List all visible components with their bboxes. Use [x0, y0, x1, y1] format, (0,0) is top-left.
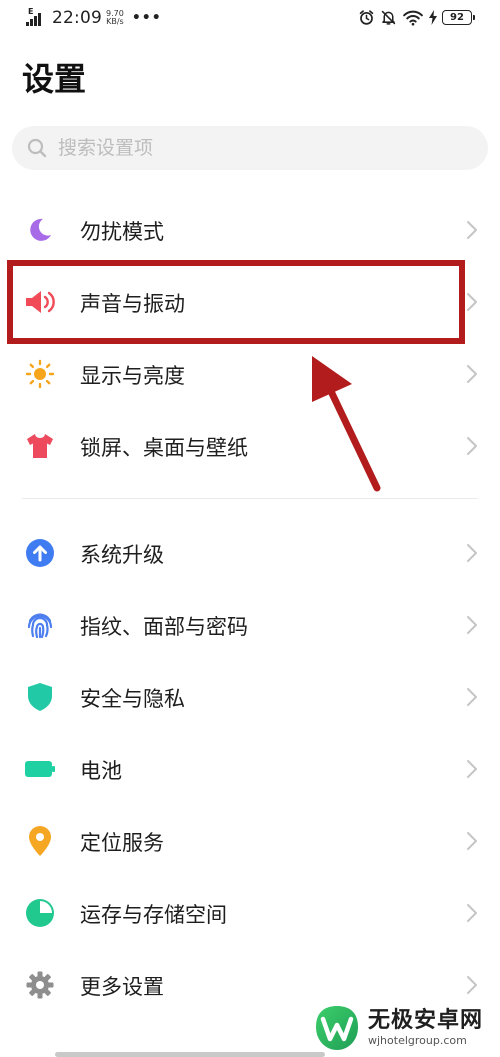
- moon-icon: [24, 214, 56, 246]
- settings-item-do-not-disturb[interactable]: 勿扰模式: [0, 194, 500, 266]
- chevron-right-icon: [467, 221, 477, 239]
- battery-icon: [24, 753, 56, 785]
- status-bar-right: 92: [358, 9, 475, 26]
- settings-item-label: 指纹、面部与密码: [80, 615, 248, 639]
- network-speed: 9.70 KB/s: [106, 10, 124, 26]
- annotation-highlight-box: [7, 260, 465, 344]
- chevron-right-icon: [467, 904, 477, 922]
- gear-icon: [24, 969, 56, 1001]
- watermark-url: wjhotelgroup.com: [368, 1034, 467, 1047]
- chevron-right-icon: [467, 976, 477, 994]
- battery-indicator: 92: [442, 10, 475, 25]
- settings-item-label: 勿扰模式: [80, 220, 164, 244]
- chevron-right-icon: [467, 688, 477, 706]
- notification-overflow: •••: [131, 10, 162, 26]
- chevron-right-icon: [467, 544, 477, 562]
- tshirt-icon: [24, 430, 56, 462]
- home-indicator: [55, 1052, 325, 1057]
- settings-item-label: 显示与亮度: [80, 364, 185, 388]
- settings-item-label: 安全与隐私: [80, 687, 185, 711]
- page-title: 设置: [22, 60, 87, 98]
- search-input[interactable]: [56, 136, 460, 160]
- chevron-right-icon: [467, 616, 477, 634]
- settings-item-label: 定位服务: [80, 831, 164, 855]
- settings-item-fingerprint-face-password[interactable]: 指纹、面部与密码: [0, 589, 500, 661]
- status-time: 22:09: [52, 8, 102, 28]
- watermark: 无极安卓网 wjhotelgroup.com: [312, 1000, 492, 1056]
- shield-icon: [24, 681, 56, 713]
- search-bar[interactable]: [12, 126, 488, 170]
- settings-item-label: 更多设置: [80, 975, 164, 999]
- wifi-icon: [403, 10, 423, 26]
- settings-item-location-services[interactable]: 定位服务: [0, 805, 500, 877]
- watermark-name: 无极安卓网: [368, 1008, 484, 1033]
- network-speed-unit: KB/s: [106, 17, 124, 26]
- charging-bolt-icon: [429, 10, 437, 25]
- battery-level: 92: [450, 12, 464, 23]
- section-divider: [22, 498, 478, 499]
- search-icon: [26, 137, 48, 159]
- status-bar-left: E 22:09 9.70 KB/s •••: [26, 7, 162, 28]
- chevron-right-icon: [467, 832, 477, 850]
- bell-muted-icon: [381, 10, 396, 25]
- settings-item-system-upgrade[interactable]: 系统升级: [0, 517, 500, 589]
- pie-chart-icon: [24, 897, 56, 929]
- chevron-right-icon: [467, 760, 477, 778]
- settings-item-label: 系统升级: [80, 543, 164, 567]
- watermark-logo-icon: [316, 1006, 358, 1050]
- fingerprint-icon: [24, 609, 56, 641]
- settings-item-label: 锁屏、桌面与壁纸: [80, 436, 248, 460]
- alarm-icon: [359, 10, 374, 25]
- status-bar: E 22:09 9.70 KB/s ••• 92: [0, 0, 500, 40]
- settings-item-memory-storage[interactable]: 运存与存储空间: [0, 877, 500, 949]
- watermark-text: 无极安卓网 wjhotelgroup.com: [368, 1008, 483, 1048]
- settings-item-security-privacy[interactable]: 安全与隐私: [0, 661, 500, 733]
- location-pin-icon: [24, 825, 56, 857]
- settings-item-battery[interactable]: 电池: [0, 733, 500, 805]
- chevron-right-icon: [467, 293, 477, 311]
- chevron-right-icon: [467, 365, 477, 383]
- signal-icon: E: [26, 7, 48, 28]
- settings-item-display-brightness[interactable]: 显示与亮度: [0, 338, 500, 410]
- settings-item-lockscreen-wallpaper[interactable]: 锁屏、桌面与壁纸: [0, 410, 500, 482]
- settings-item-label: 电池: [80, 759, 122, 783]
- chevron-right-icon: [467, 437, 477, 455]
- sun-icon: [24, 358, 56, 390]
- upgrade-arrow-icon: [24, 537, 56, 569]
- settings-item-label: 运存与存储空间: [80, 903, 227, 927]
